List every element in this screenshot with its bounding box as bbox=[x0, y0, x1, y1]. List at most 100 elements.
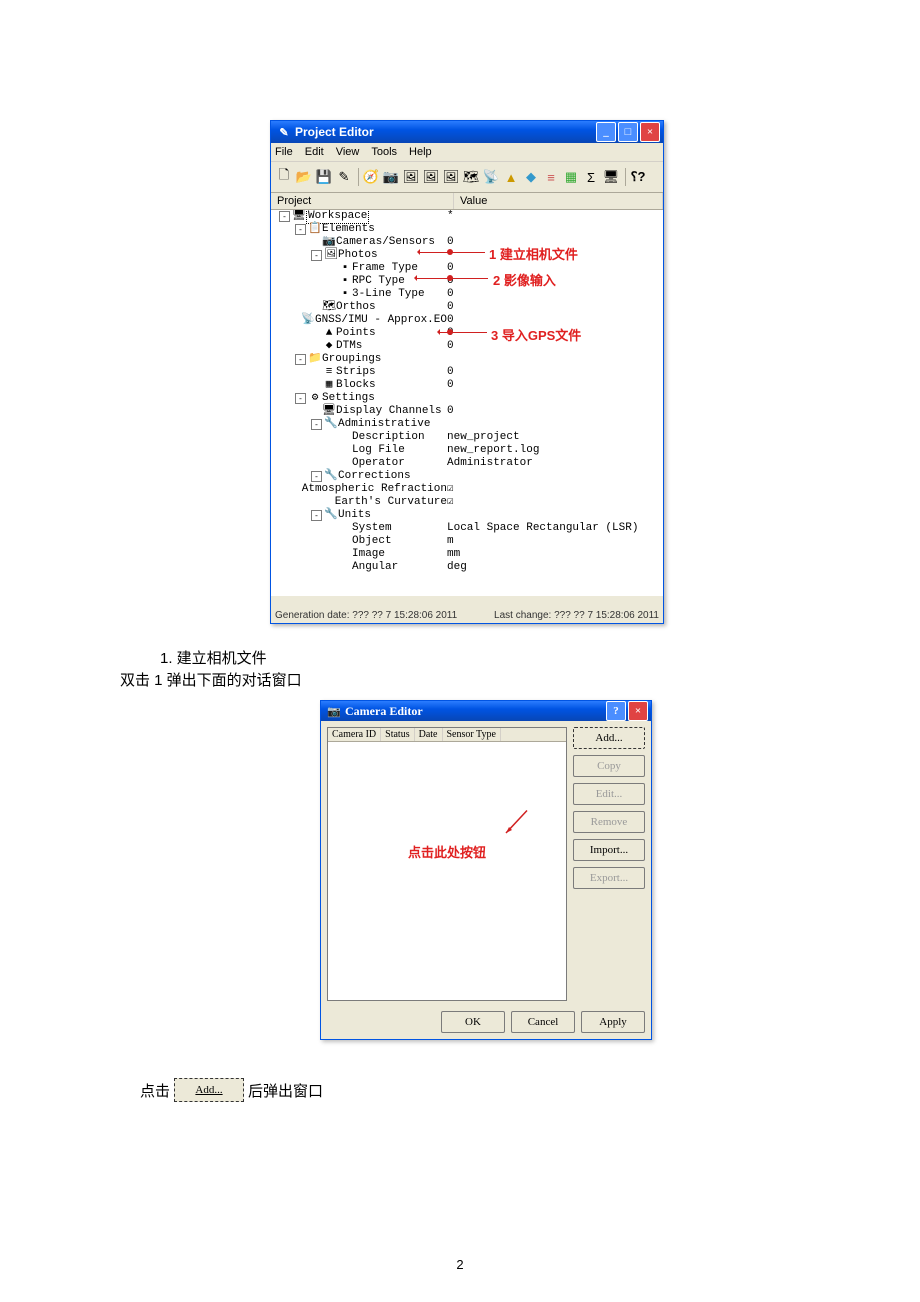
tree-row[interactable]: SystemLocal Space Rectangular (LSR) bbox=[271, 522, 663, 535]
node-label: Orthos bbox=[336, 301, 376, 314]
menu-help[interactable]: Help bbox=[409, 146, 432, 158]
add-button[interactable]: Add... bbox=[573, 727, 645, 749]
blocks-tool-icon[interactable]: ▦ bbox=[562, 168, 580, 186]
tree-row[interactable]: Descriptionnew_project bbox=[271, 431, 663, 444]
strips-tool-icon[interactable]: ≡ bbox=[542, 168, 560, 186]
maximize-button[interactable]: □ bbox=[618, 122, 638, 142]
status-generation: Generation date: ??? ?? 7 15:28:06 2011 bbox=[275, 610, 457, 621]
dtm-tool-icon[interactable]: ◆ bbox=[522, 168, 540, 186]
ortho-tool-icon[interactable]: 🗺 bbox=[462, 168, 480, 186]
tree-row[interactable]: -🖥Workspace* bbox=[271, 210, 663, 223]
open-icon[interactable]: 📂 bbox=[295, 168, 313, 186]
edit-button[interactable]: Edit... bbox=[573, 783, 645, 805]
new-icon[interactable]: 🗋 bbox=[275, 168, 293, 186]
col-sensor-type[interactable]: Sensor Type bbox=[443, 728, 501, 741]
tree-row[interactable]: Angulardeg bbox=[271, 561, 663, 574]
tree-row[interactable]: Atmospheric Refraction☑ bbox=[271, 483, 663, 496]
ce-titlebar[interactable]: 📷 Camera Editor ? × bbox=[321, 701, 651, 721]
tree-row[interactable]: -🔧Administrative bbox=[271, 418, 663, 431]
expand-toggle[interactable]: - bbox=[279, 211, 290, 222]
col-status[interactable]: Status bbox=[381, 728, 414, 741]
tree-row[interactable]: ◆DTMs0 bbox=[271, 340, 663, 353]
tree-row[interactable]: Log Filenew_report.log bbox=[271, 444, 663, 457]
expand-toggle[interactable]: - bbox=[295, 354, 306, 365]
expand-toggle[interactable]: - bbox=[311, 419, 322, 430]
tree-row[interactable]: ≡Strips0 bbox=[271, 366, 663, 379]
tree-row[interactable]: ▪3-Line Type0 bbox=[271, 288, 663, 301]
tree-row[interactable]: Earth's Curvature☑ bbox=[271, 496, 663, 509]
menu-view[interactable]: View bbox=[336, 146, 360, 158]
pe-titlebar[interactable]: ✎ Project Editor _ □ × bbox=[271, 121, 663, 143]
whats-this-icon[interactable]: ⸮? bbox=[629, 168, 647, 186]
pe-menubar: File Edit View Tools Help bbox=[271, 143, 663, 162]
copy-button[interactable]: Copy bbox=[573, 755, 645, 777]
help-button[interactable]: ? bbox=[606, 701, 626, 721]
expand-toggle[interactable]: - bbox=[311, 510, 322, 521]
tree-row[interactable]: -📋Elements bbox=[271, 223, 663, 236]
tree-row[interactable]: 📡GNSS/IMU - Approx.EO0 bbox=[271, 314, 663, 327]
col-project[interactable]: Project bbox=[271, 193, 454, 209]
menu-file[interactable]: File bbox=[275, 146, 293, 158]
expand-toggle[interactable]: - bbox=[295, 224, 306, 235]
line-tool-icon[interactable]: 🖼 bbox=[442, 168, 460, 186]
remove-button[interactable]: Remove bbox=[573, 811, 645, 833]
node-value bbox=[447, 470, 663, 483]
menu-tools[interactable]: Tools bbox=[371, 146, 397, 158]
tree-row[interactable]: -🖼Photos bbox=[271, 249, 663, 262]
tree-row[interactable]: -🔧Corrections bbox=[271, 470, 663, 483]
col-date[interactable]: Date bbox=[415, 728, 443, 741]
export-button[interactable]: Export... bbox=[573, 867, 645, 889]
node-label: Log File bbox=[352, 444, 405, 457]
annotation-3: 3 导入GPS文件 bbox=[491, 325, 581, 344]
pe-statusbar: Generation date: ??? ?? 7 15:28:06 2011 … bbox=[275, 610, 659, 621]
ok-button[interactable]: OK bbox=[441, 1011, 505, 1033]
apply-button[interactable]: Apply bbox=[581, 1011, 645, 1033]
node-icon: ◆ bbox=[322, 340, 336, 353]
tree-row[interactable]: 🖥Display Channels0 bbox=[271, 405, 663, 418]
node-label: Blocks bbox=[336, 379, 376, 392]
tree-row[interactable]: -⚙Settings bbox=[271, 392, 663, 405]
node-label: Corrections bbox=[338, 470, 411, 483]
frame-tool-icon[interactable]: 🖼 bbox=[402, 168, 420, 186]
tree-row[interactable]: ▦Blocks0 bbox=[271, 379, 663, 392]
tree-row[interactable]: 📷Cameras/Sensors0 bbox=[271, 236, 663, 249]
import-button[interactable]: Import... bbox=[573, 839, 645, 861]
expand-toggle[interactable]: - bbox=[295, 393, 306, 404]
ce-list-header: Camera ID Status Date Sensor Type bbox=[328, 728, 566, 742]
camera-tool-icon[interactable]: 🧭 bbox=[362, 168, 380, 186]
node-value: 0 bbox=[447, 405, 663, 418]
expand-toggle[interactable]: - bbox=[311, 250, 322, 261]
close-button[interactable]: × bbox=[640, 122, 660, 142]
expand-toggle[interactable]: - bbox=[311, 471, 322, 482]
tree-row[interactable]: 🗺Orthos0 bbox=[271, 301, 663, 314]
tree-row[interactable]: Imagemm bbox=[271, 548, 663, 561]
minimize-button[interactable]: _ bbox=[596, 122, 616, 142]
col-camera-id[interactable]: Camera ID bbox=[328, 728, 381, 741]
tree-row[interactable]: -📁Groupings bbox=[271, 353, 663, 366]
screen-tool-icon[interactable]: 🖥 bbox=[602, 168, 620, 186]
tree-row[interactable]: ▪Frame Type0 bbox=[271, 262, 663, 275]
wand-icon[interactable]: ✎ bbox=[335, 168, 353, 186]
tree-row[interactable]: ▲Points0 bbox=[271, 327, 663, 340]
menu-edit[interactable]: Edit bbox=[305, 146, 324, 158]
tree-row[interactable]: Objectm bbox=[271, 535, 663, 548]
pe-toolbar: 🗋 📂 💾 ✎ 🧭 📷 🖼 🖼 🖼 🗺 📡 ▲ ◆ ≡ ▦ Σ 🖥 ⸮? bbox=[271, 162, 663, 193]
close-button[interactable]: × bbox=[628, 701, 648, 721]
photo-tool-icon[interactable]: 📷 bbox=[382, 168, 400, 186]
sigma-tool-icon[interactable]: Σ bbox=[582, 168, 600, 186]
save-icon[interactable]: 💾 bbox=[315, 168, 333, 186]
cancel-button[interactable]: Cancel bbox=[511, 1011, 575, 1033]
inline-prefix: 点击 bbox=[140, 1080, 170, 1101]
points-tool-icon[interactable]: ▲ bbox=[502, 168, 520, 186]
camera-list[interactable]: Camera ID Status Date Sensor Type 点击此处按钮 bbox=[327, 727, 567, 1001]
gnss-tool-icon[interactable]: 📡 bbox=[482, 168, 500, 186]
section-heading: 1. 建立相机文件 bbox=[160, 648, 267, 669]
tree-row[interactable]: ▪RPC Type0 bbox=[271, 275, 663, 288]
node-icon: ▦ bbox=[322, 379, 336, 392]
rpc-tool-icon[interactable]: 🖼 bbox=[422, 168, 440, 186]
col-value[interactable]: Value bbox=[454, 193, 663, 209]
tree-row[interactable]: OperatorAdministrator bbox=[271, 457, 663, 470]
pe-tree[interactable]: -🖥Workspace*-📋Elements📷Cameras/Sensors0-… bbox=[271, 210, 663, 596]
tree-row[interactable]: -🔧Units bbox=[271, 509, 663, 522]
node-icon: 🗺 bbox=[322, 301, 336, 314]
